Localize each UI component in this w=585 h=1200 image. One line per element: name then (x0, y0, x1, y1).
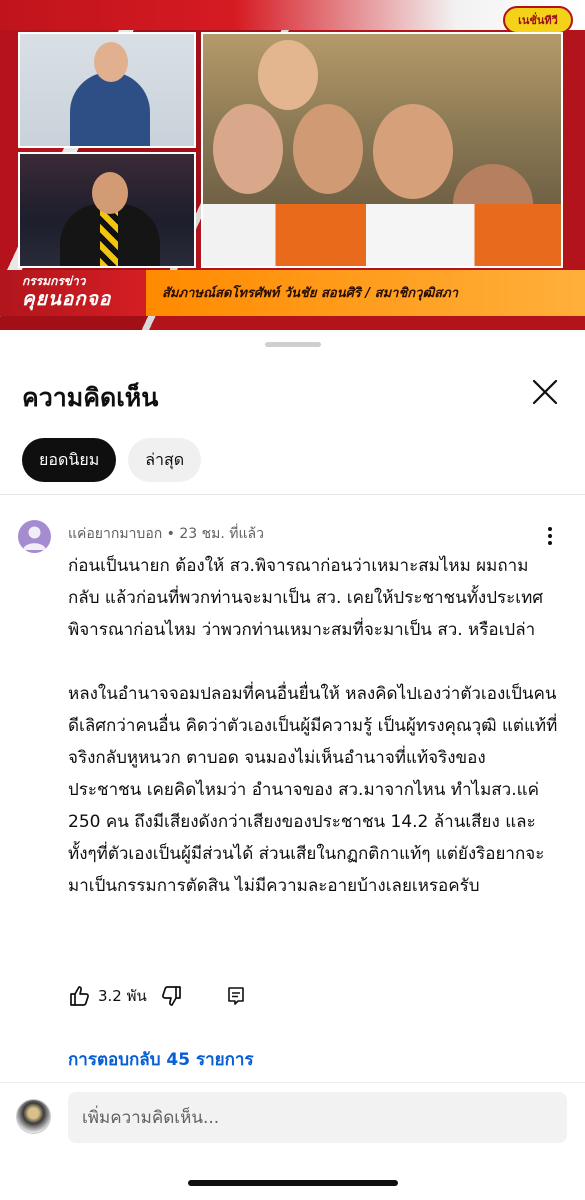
divider (0, 494, 585, 495)
video-player[interactable]: เนชั่นทีวี กรรมกรข่าว คุยนอกจอ สัมภาษณ์ส… (0, 0, 585, 330)
current-user-avatar[interactable] (16, 1099, 51, 1134)
meta-separator: • (166, 526, 175, 542)
video-inset-host-1 (18, 32, 196, 148)
view-replies-link[interactable]: การตอบกลับ 45 รายการ (68, 1046, 254, 1073)
show-name-bottom: คุยนอกจอ (22, 288, 112, 310)
sheet-drag-handle[interactable] (265, 342, 321, 347)
crowd-face (293, 104, 363, 194)
host-1-head (94, 42, 128, 82)
composer-divider (0, 1082, 585, 1083)
comment-meta: แค่อยากมาบอก • 23 ชม. ที่แล้ว (68, 523, 264, 545)
host-2-tie (100, 206, 118, 266)
like-button[interactable]: 3.2 พัน (68, 984, 147, 1008)
video-main-shot (201, 32, 563, 268)
comment-actions: 3.2 พัน (68, 984, 247, 1008)
comment-paragraph: หลงในอำนาจจอมปลอมที่คนอื่นยื่นให้ หลงคิด… (68, 684, 558, 896)
comments-sheet: ความคิดเห็น ยอดนิยม ล่าสุด แค่อยากมาบอก … (0, 330, 585, 1200)
comment-author-avatar[interactable] (18, 520, 51, 553)
comment-body: ก่อนเป็นนายก ต้องให้ สว.พิจารณาก่อนว่าเห… (68, 550, 558, 902)
lower-third-caption: สัมภาษณ์สดโทรศัพท์ วันชัย สอนศิริ / สมาช… (162, 286, 458, 301)
show-name-top: กรรมกรข่าว (22, 274, 86, 288)
home-indicator (188, 1180, 398, 1186)
like-count: 3.2 พัน (98, 987, 147, 1005)
more-vert-icon-dot (548, 541, 552, 545)
host-1-figure (70, 72, 150, 146)
video-inset-host-2 (18, 152, 196, 268)
crowd-face (373, 104, 453, 199)
more-vert-icon (548, 527, 552, 531)
more-vert-icon-dot (548, 534, 552, 538)
more-options-button[interactable] (540, 526, 560, 546)
video-top-banner (0, 0, 585, 30)
add-comment-input[interactable]: เพิ่มความคิดเห็น... (68, 1092, 567, 1143)
crowd-face (213, 104, 283, 194)
sort-chips: ยอดนิยม ล่าสุด (22, 438, 202, 482)
dislike-button[interactable] (159, 984, 183, 1008)
sheet-title: ความคิดเห็น (22, 383, 159, 412)
crowd-face (258, 40, 318, 110)
crowd-shirts (203, 204, 561, 266)
reply-comment-icon (227, 987, 244, 1005)
thumbs-up-icon (70, 986, 89, 1006)
person-icon (23, 526, 46, 550)
sort-chip-top[interactable]: ยอดนิยม (22, 438, 117, 482)
host-2-head (92, 172, 128, 214)
channel-logo: เนชั่นทีวี (503, 6, 573, 34)
comment-time: 23 ชม. ที่แล้ว (179, 526, 264, 542)
thumbs-down-icon (161, 986, 181, 1006)
reply-button[interactable] (225, 985, 247, 1007)
close-icon (532, 379, 558, 405)
sort-chip-newest[interactable]: ล่าสุด (128, 438, 202, 482)
close-button[interactable] (528, 375, 562, 409)
comment-paragraph: ก่อนเป็นนายก ต้องให้ สว.พิจารณาก่อนว่าเห… (68, 556, 544, 640)
show-name: กรรมกรข่าว คุยนอกจอ (22, 272, 140, 314)
comment-author[interactable]: แค่อยากมาบอก (68, 526, 162, 542)
